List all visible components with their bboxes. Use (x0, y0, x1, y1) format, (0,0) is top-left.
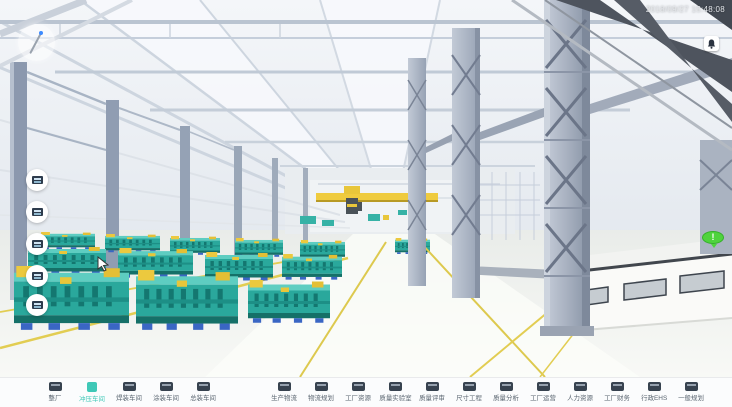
tab-label: 一般规划 (678, 393, 704, 402)
tab-welding-shop[interactable]: 焊装车间 (112, 382, 146, 403)
tab-factory-resources[interactable]: 工厂资源 (341, 382, 375, 403)
tab-logistics-planning[interactable]: 物流规划 (304, 382, 338, 403)
human-resources-icon (574, 382, 587, 391)
tab-label: 质量分析 (493, 393, 519, 402)
tab-label: 整厂 (49, 393, 62, 402)
tab-label: 质量实验室 (379, 393, 411, 402)
tab-quality-analysis[interactable]: 质量分析 (489, 382, 523, 403)
quality-lab-icon (389, 382, 402, 391)
factory-resources-icon (352, 382, 365, 391)
tab-dimensional-engineering[interactable]: 尺寸工程 (452, 382, 486, 403)
tab-assembly-shop[interactable]: 总装车间 (186, 382, 220, 403)
factory-operations-icon (537, 382, 550, 391)
data-panel-icon (32, 301, 43, 309)
data-panel-icon (32, 272, 43, 280)
data-panel-icon (32, 240, 43, 248)
tab-label: 涂装车间 (153, 393, 179, 402)
welding-shop-icon (123, 382, 136, 391)
bell-icon (707, 39, 716, 49)
tab-label: 生产物流 (271, 393, 297, 402)
hud-panel-button-5[interactable] (26, 294, 48, 316)
tab-quality-lab[interactable]: 质量实验室 (378, 382, 412, 403)
compass-widget[interactable] (18, 24, 55, 61)
tab-label: 行政EHS (641, 393, 667, 402)
tab-label: 工厂运营 (530, 393, 556, 402)
paint-shop-icon (160, 382, 173, 391)
factory-3d-viewport[interactable] (0, 0, 732, 377)
tab-label: 冲压车间 (79, 394, 105, 403)
tab-admin-ehs[interactable]: 行政EHS (637, 382, 671, 403)
factory-icon (49, 382, 62, 391)
quality-review-icon (426, 382, 439, 391)
hud-panel-button-4[interactable] (26, 265, 48, 287)
tab-label: 焊装车间 (116, 393, 142, 402)
clock-display: 2018/09/27 15:48:08 (646, 5, 725, 14)
tab-label: 工厂资源 (345, 393, 371, 402)
tab-stamping-shop[interactable]: 冲压车间 (75, 382, 109, 404)
tab-label: 工厂财务 (604, 393, 630, 402)
tab-factory-finance[interactable]: 工厂财务 (600, 382, 634, 403)
tab-label: 尺寸工程 (456, 393, 482, 402)
hud-panel-button-2[interactable] (26, 201, 48, 223)
logistics-planning-icon (315, 382, 328, 391)
dimensional-engineering-icon (463, 382, 476, 391)
data-panel-icon (32, 176, 43, 184)
alert-marker[interactable]: ! (702, 231, 724, 244)
factory-finance-icon (611, 382, 624, 391)
tab-factory[interactable]: 整厂 (38, 382, 72, 403)
tab-label: 人力资源 (567, 393, 593, 402)
tab-human-resources[interactable]: 人力资源 (563, 382, 597, 403)
tab-factory-operations[interactable]: 工厂运营 (526, 382, 560, 403)
production-logistics-icon (278, 382, 291, 391)
tab-label: 质量评审 (419, 393, 445, 402)
factory-scene (0, 0, 732, 377)
stamping-shop-icon (87, 382, 97, 392)
admin-ehs-icon (648, 382, 661, 391)
bottom-toolbar: 整厂 冲压车间 焊装车间 涂装车间 总装车间 生产物流 物流规划 工厂资源 (0, 377, 732, 407)
digital-twin-factory-app: 2018/09/27 15:48:08 ! 整厂 冲压车间 (0, 0, 732, 407)
notification-button[interactable] (704, 36, 719, 51)
tab-label: 总装车间 (190, 393, 216, 402)
tab-quality-review[interactable]: 质量评审 (415, 382, 449, 403)
assembly-shop-icon (197, 382, 210, 391)
compass-north-dot-icon (39, 31, 43, 35)
hud-panel-button-1[interactable] (26, 169, 48, 191)
tab-paint-shop[interactable]: 涂装车间 (149, 382, 183, 403)
tab-production-logistics[interactable]: 生产物流 (267, 382, 301, 403)
quality-analysis-icon (500, 382, 513, 391)
general-planning-icon (685, 382, 698, 391)
hud-panel-button-3[interactable] (26, 233, 48, 255)
tab-label: 物流规划 (308, 393, 334, 402)
tab-general-planning[interactable]: 一般规划 (674, 382, 708, 403)
data-panel-icon (32, 208, 43, 216)
